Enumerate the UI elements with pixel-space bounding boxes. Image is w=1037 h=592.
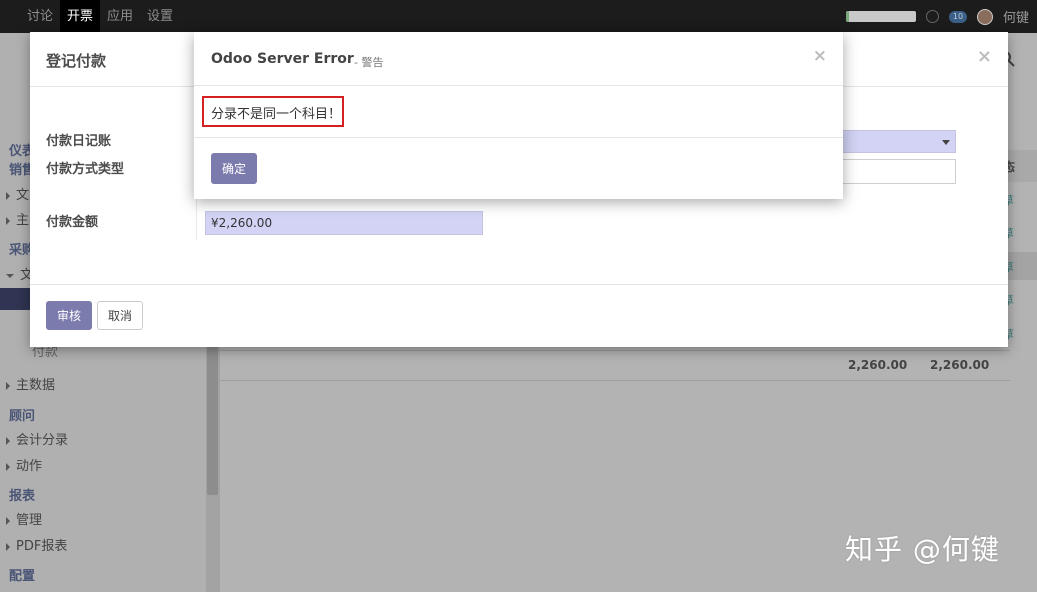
progress-bar — [845, 11, 916, 22]
row-divider — [220, 350, 1010, 351]
chevron-down-icon — [6, 273, 14, 278]
menu-invoicing[interactable]: 开票 — [60, 0, 101, 33]
payment-journal-label: 付款日记账 — [46, 134, 112, 149]
chevron-right-icon — [6, 381, 10, 390]
cancel-button[interactable]: 取消 — [97, 301, 143, 330]
sidebar-item-actions[interactable]: 动作 — [6, 455, 42, 474]
sidebar-item-label: 管理 — [16, 513, 43, 528]
sidebar-item-management[interactable]: 管理 — [6, 509, 42, 528]
chevron-right-icon — [6, 516, 10, 525]
payment-amount-label: 付款金额 — [46, 215, 99, 230]
menu-discuss[interactable]: 讨论 — [20, 0, 60, 33]
footer-divider — [194, 137, 843, 138]
list-total-1: 2,260.00 — [848, 358, 908, 372]
payment-journal-select[interactable] — [842, 130, 956, 153]
chevron-right-icon — [6, 542, 10, 551]
chevron-right-icon — [6, 191, 10, 200]
chevron-right-icon — [6, 216, 10, 225]
error-dialog-subtitle: - 警告 — [354, 56, 384, 69]
close-icon[interactable]: × — [813, 46, 827, 66]
main-menu: 讨论 开票 应用 设置 — [20, 0, 180, 33]
sidebar-item-label: PDF报表 — [16, 539, 68, 554]
sidebar-head-reports[interactable]: 报表 — [9, 485, 35, 504]
progress-fill — [845, 11, 850, 22]
sidebar-head-config[interactable]: 配置 — [9, 565, 35, 584]
menu-settings[interactable]: 设置 — [140, 0, 180, 33]
row-divider — [220, 380, 1010, 381]
sidebar-scrollbar[interactable] — [207, 330, 218, 495]
clock-icon[interactable] — [925, 10, 939, 23]
chat-icon[interactable]: 10 — [948, 10, 967, 23]
sidebar-item-label: 动作 — [16, 459, 43, 474]
watermark: 知乎 @何键 — [845, 533, 1000, 566]
chevron-right-icon — [6, 462, 10, 471]
close-icon[interactable]: × — [977, 46, 992, 67]
sidebar-item-label: 文 — [16, 188, 30, 203]
sidebar-item-sales-docs[interactable]: 文 — [6, 184, 29, 203]
sidebar-item-pdf-reports[interactable]: PDF报表 — [6, 535, 67, 554]
payment-dialog-title: 登记付款 — [46, 52, 107, 70]
sidebar-item-label: 主数据 — [16, 378, 56, 393]
sidebar-item-master-data[interactable]: 主数据 — [6, 374, 55, 393]
ok-button[interactable]: 确定 — [211, 153, 257, 184]
list-total-2: 2,260.00 — [930, 358, 990, 372]
sidebar-item-journal-entries[interactable]: 会计分录 — [6, 429, 68, 448]
menu-apps[interactable]: 应用 — [100, 0, 140, 33]
sidebar-item-label: 会计分录 — [16, 433, 69, 448]
error-dialog-header: Odoo Server Error - 警告 × — [194, 32, 843, 86]
payment-method-field[interactable] — [842, 159, 956, 184]
sidebar-item-sales-master[interactable]: 主 — [6, 209, 29, 228]
error-dialog-title: Odoo Server Error — [211, 51, 354, 67]
payment-amount-input[interactable] — [205, 211, 483, 235]
validate-button[interactable]: 审核 — [46, 301, 92, 330]
sidebar-head-advisor[interactable]: 顾问 — [9, 405, 35, 424]
footer-divider — [30, 284, 1008, 285]
user-name[interactable]: 何键 — [1003, 7, 1029, 26]
server-error-dialog: Odoo Server Error - 警告 × 分录不是同一个科目！ 确定 — [194, 32, 843, 199]
sidebar-item-label: 主 — [16, 213, 30, 228]
caret-down-icon — [942, 140, 950, 145]
error-message: 分录不是同一个科目！ — [211, 107, 342, 122]
top-navbar: 讨论 开票 应用 设置 10 何键 — [0, 0, 1037, 33]
chevron-right-icon — [6, 436, 10, 445]
avatar[interactable] — [976, 8, 993, 25]
sidebar-item-purchase-docs[interactable]: 文 — [6, 264, 33, 283]
payment-method-label: 付款方式类型 — [46, 162, 125, 177]
